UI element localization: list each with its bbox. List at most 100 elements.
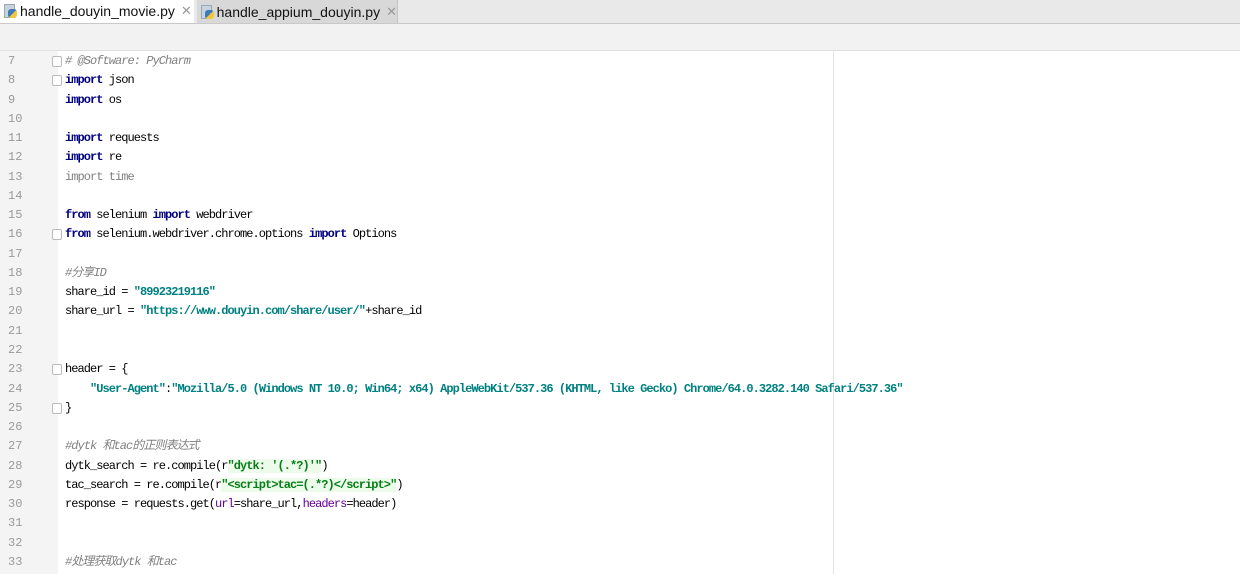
code-token: "89923219116" bbox=[133, 285, 216, 300]
line-number: 33 bbox=[8, 554, 23, 569]
code-token: ) bbox=[396, 477, 403, 492]
code-line[interactable]: 31 bbox=[0, 514, 1240, 533]
code-line[interactable]: 30 response = requests.get(url=share_url,… bbox=[0, 495, 1240, 514]
code-token: #dytk 和tac的正则表达式 bbox=[65, 439, 200, 454]
code-token: json bbox=[102, 73, 135, 88]
fold-marker-icon[interactable] bbox=[52, 56, 62, 67]
close-icon[interactable]: ✕ bbox=[386, 4, 397, 20]
code-token: response = requests.get( bbox=[65, 497, 216, 512]
code-token: ) bbox=[321, 458, 328, 473]
close-icon[interactable]: ✕ bbox=[181, 3, 192, 19]
code-token: import bbox=[308, 227, 347, 242]
line-number: 19 bbox=[8, 285, 23, 300]
code-line[interactable]: 25} bbox=[0, 399, 1240, 418]
code-token: webdriver bbox=[190, 208, 253, 223]
line-number: 26 bbox=[8, 420, 23, 435]
code-line[interactable]: 24 "User-Agent":"Mozilla/5.0 (Windows NT… bbox=[0, 380, 1240, 399]
code-token: #分享ID bbox=[65, 265, 107, 280]
line-number: 7 bbox=[8, 54, 16, 68]
code-token: from bbox=[65, 208, 91, 223]
line-number: 24 bbox=[8, 381, 23, 396]
line-number: 12 bbox=[8, 150, 23, 165]
code-line[interactable]: 26 bbox=[0, 418, 1240, 437]
fold-marker-icon[interactable] bbox=[52, 75, 62, 87]
fold-marker-icon[interactable] bbox=[52, 229, 62, 241]
code-text: import json bbox=[65, 71, 135, 90]
code-line[interactable]: 15 from selenium import webdriver bbox=[0, 206, 1240, 225]
line-number: 8 bbox=[8, 73, 16, 88]
line-number: 28 bbox=[8, 458, 23, 473]
code-token: headers bbox=[302, 497, 348, 512]
code-line[interactable]: 21 bbox=[0, 322, 1240, 341]
code-token: os bbox=[102, 92, 122, 107]
code-text: } bbox=[65, 399, 72, 418]
code-line[interactable]: 32 bbox=[0, 534, 1240, 553]
code-line[interactable]: 23 header = { bbox=[0, 360, 1240, 379]
line-number: 14 bbox=[8, 188, 23, 203]
code-text: #处理获取dytk 和tac bbox=[65, 553, 177, 572]
code-line[interactable]: 28 dytk_search = re.compile(r"dytk: '(.*?… bbox=[0, 457, 1240, 476]
code-token: "Mozilla/5.0 (Windows NT 10.0; Win64; x6… bbox=[171, 381, 903, 396]
line-number: 21 bbox=[8, 323, 23, 338]
code-line[interactable]: 27 #dytk 和tac的正则表达式 bbox=[0, 437, 1240, 456]
code-token: import bbox=[152, 208, 191, 223]
line-number: 10 bbox=[8, 111, 23, 126]
code-token: selenium bbox=[90, 208, 153, 223]
code-line[interactable]: 17 bbox=[0, 245, 1240, 264]
code-line[interactable]: 16 from selenium.webdriver.chrome.options… bbox=[0, 225, 1240, 244]
code-line[interactable]: 33 #处理获取dytk 和tac bbox=[0, 553, 1240, 572]
code-text: import requests bbox=[65, 129, 160, 148]
code-token: "dytk: '(.*?)'" bbox=[227, 458, 322, 473]
line-number: 25 bbox=[8, 400, 23, 415]
code-line[interactable]: 10 bbox=[0, 110, 1240, 129]
code-line[interactable]: 9 import os bbox=[0, 91, 1240, 110]
code-token: +share_id bbox=[365, 304, 422, 319]
code-line[interactable]: 29 tac_search = re.compile(r"<script>tac=… bbox=[0, 476, 1240, 495]
code-token: dytk_search = re.compile(r bbox=[65, 458, 228, 473]
line-number: 29 bbox=[8, 477, 23, 492]
code-text: # @Software: PyCharm bbox=[65, 52, 191, 71]
fold-marker-icon[interactable] bbox=[52, 402, 62, 414]
tab-handle-douyin-movie[interactable]: handle_douyin_movie.py ✕ bbox=[0, 0, 194, 23]
code-editor[interactable]: 7 # @Software: PyCharm 8 import json 9 import… bbox=[0, 52, 1240, 572]
code-line[interactable]: 20 share_url = "https://www.douyin.com/sh… bbox=[0, 302, 1240, 321]
code-token: header = { bbox=[65, 362, 128, 377]
code-token: share_url = bbox=[65, 304, 141, 319]
code-line[interactable]: 22 bbox=[0, 341, 1240, 360]
editor-tab-bar: handle_douyin_movie.py ✕ handle_appium_d… bbox=[0, 0, 1240, 24]
code-text: from selenium.webdriver.chrome.options i… bbox=[65, 225, 397, 244]
line-number: 22 bbox=[8, 342, 23, 357]
code-line[interactable]: 19 share_id = "89923219116" bbox=[0, 283, 1240, 302]
line-number: 16 bbox=[8, 227, 23, 242]
code-token: } bbox=[65, 400, 72, 415]
code-line[interactable]: 11 import requests bbox=[0, 129, 1240, 148]
code-token: url bbox=[215, 497, 235, 512]
code-text: #分享ID bbox=[65, 264, 107, 283]
code-token: #处理获取dytk 和tac bbox=[65, 554, 177, 569]
code-text: share_url = "https://www.douyin.com/shar… bbox=[65, 302, 422, 321]
code-line[interactable]: 18 #分享ID bbox=[0, 264, 1240, 283]
code-text: tac_search = re.compile(r"<script>tac=(.… bbox=[65, 476, 404, 495]
line-number: 20 bbox=[8, 304, 23, 319]
tab-label: handle_douyin_movie.py bbox=[20, 2, 175, 19]
code-text: "User-Agent":"Mozilla/5.0 (Windows NT 10… bbox=[65, 380, 904, 399]
code-token: import bbox=[65, 92, 103, 107]
code-token: "User-Agent" bbox=[90, 381, 166, 396]
code-line[interactable]: 12 import re bbox=[0, 148, 1240, 167]
code-token: selenium.webdriver.chrome.options bbox=[90, 227, 309, 242]
code-line[interactable]: 13 import time bbox=[0, 168, 1240, 187]
python-file-icon bbox=[201, 4, 214, 19]
code-text: import re bbox=[65, 148, 122, 167]
line-number: 23 bbox=[8, 362, 23, 377]
code-token: "https://www.douyin.com/share/user/" bbox=[140, 304, 366, 319]
code-line[interactable]: 14 bbox=[0, 187, 1240, 206]
code-token: =header) bbox=[346, 497, 397, 512]
line-number: 11 bbox=[8, 131, 23, 146]
code-text: from selenium import webdriver bbox=[65, 206, 254, 225]
fold-marker-icon[interactable] bbox=[52, 364, 62, 376]
code-token: import bbox=[65, 131, 103, 146]
code-line[interactable]: 8 import json bbox=[0, 71, 1240, 90]
code-line[interactable]: 7 # @Software: PyCharm bbox=[0, 52, 1240, 71]
tab-handle-appium-douyin[interactable]: handle_appium_douyin.py ✕ bbox=[197, 0, 398, 23]
